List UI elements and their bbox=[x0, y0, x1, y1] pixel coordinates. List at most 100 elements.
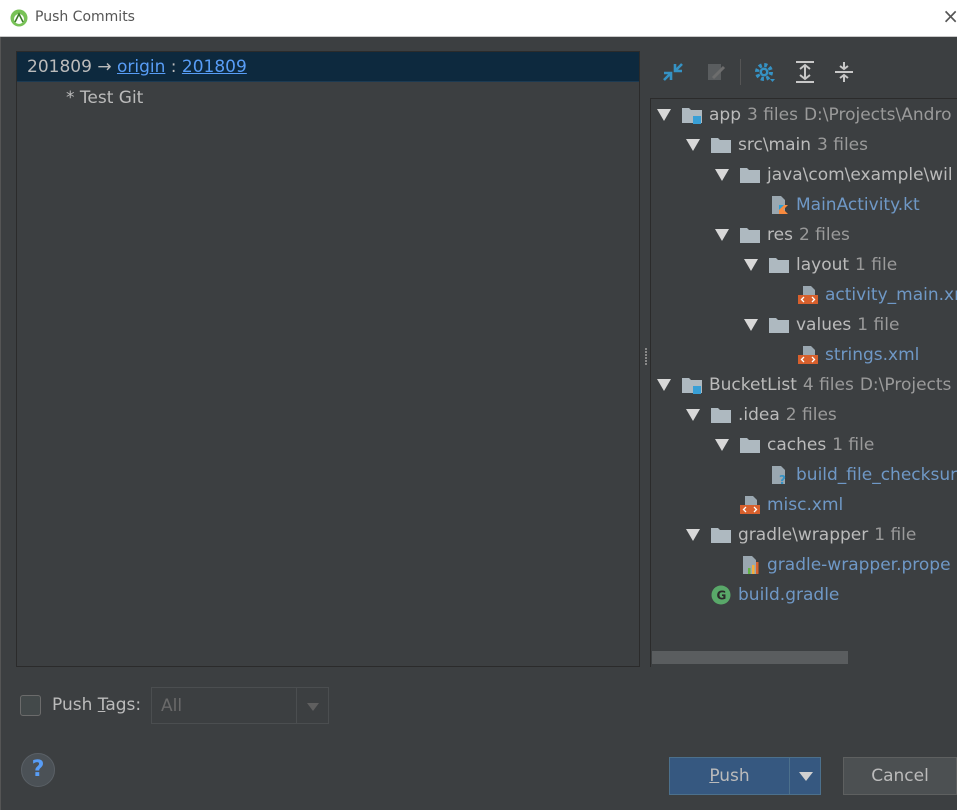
expand-arrow-icon[interactable] bbox=[657, 109, 671, 121]
tree-node-label: build.gradle bbox=[738, 585, 840, 605]
tree-file-row[interactable]: gradle-wrapper.prope bbox=[739, 550, 951, 580]
tree-node-path: D:\Projects bbox=[859, 375, 952, 395]
tree-folder-row[interactable]: res 2 files bbox=[715, 220, 850, 250]
expand-arrow-icon[interactable] bbox=[715, 229, 729, 241]
tree-node-count: 2 files bbox=[785, 405, 837, 425]
tree-node-label: layout bbox=[796, 255, 850, 275]
chevron-down-icon[interactable] bbox=[307, 703, 319, 711]
cancel-button[interactable]: Cancel bbox=[843, 757, 957, 795]
tree-node-count: 1 file bbox=[857, 315, 900, 335]
tree-folder-row[interactable]: java\com\example\wil bbox=[715, 160, 953, 190]
tree-folder-row[interactable]: caches 1 file bbox=[715, 430, 874, 460]
push-tags-label[interactable]: Push Tags: bbox=[52, 695, 141, 715]
expand-all-icon[interactable] bbox=[793, 60, 817, 84]
unknown-file-icon: ? bbox=[768, 465, 790, 487]
tree-node-label: src\main bbox=[738, 135, 812, 155]
changes-tree: app 3 files D:\Projects\Andro src\main 3 fil… bbox=[650, 98, 957, 667]
module-folder-icon bbox=[681, 375, 703, 395]
tree-folder-row[interactable]: .idea 2 files bbox=[686, 400, 837, 430]
tree-node-label: BucketList bbox=[709, 375, 797, 395]
module-folder-icon bbox=[681, 105, 703, 125]
expand-arrow-icon[interactable] bbox=[715, 439, 729, 451]
push-button[interactable]: Push bbox=[669, 757, 789, 795]
tree-file-row[interactable]: activity_main.xm bbox=[797, 280, 957, 310]
tree-node-label: activity_main.xm bbox=[825, 285, 957, 305]
tree-folder-row[interactable]: values 1 file bbox=[744, 310, 899, 340]
kotlin-file-icon bbox=[768, 195, 790, 215]
tree-node-count: 4 files bbox=[802, 375, 854, 395]
remote-branch-link[interactable]: 201809 bbox=[182, 57, 247, 77]
tree-node-path: D:\Projects\Andro bbox=[803, 105, 952, 125]
folder-icon bbox=[768, 255, 790, 275]
toolbar-separator bbox=[740, 59, 741, 85]
help-button[interactable]: ? bbox=[21, 753, 55, 787]
folder-icon bbox=[710, 135, 732, 155]
tree-folder-row[interactable]: src\main 3 files bbox=[686, 130, 868, 160]
commits-panel: 201809 → origin : 201809 * Test Git bbox=[16, 51, 640, 667]
local-branch: 201809 bbox=[27, 57, 92, 77]
tree-node-label: gradle-wrapper.prope bbox=[767, 555, 951, 575]
title-bar: Push Commits × bbox=[0, 0, 957, 37]
folder-icon bbox=[739, 165, 761, 185]
help-icon: ? bbox=[31, 757, 45, 782]
tree-file-row[interactable]: Gbuild.gradle bbox=[710, 580, 839, 610]
show-diff-icon[interactable] bbox=[661, 60, 685, 84]
branch-row[interactable]: 201809 → origin : 201809 bbox=[17, 52, 639, 82]
tree-node-count: 1 file bbox=[855, 255, 898, 275]
commit-message[interactable]: * Test Git bbox=[66, 88, 143, 108]
gradle-file-icon: G bbox=[710, 585, 732, 605]
tree-folder-row[interactable]: layout 1 file bbox=[744, 250, 897, 280]
svg-text:G: G bbox=[717, 589, 727, 603]
svg-text:?: ? bbox=[779, 473, 786, 485]
tree-folder-row[interactable]: gradle\wrapper 1 file bbox=[686, 520, 916, 550]
properties-file-icon bbox=[739, 555, 761, 575]
tree-node-label: caches bbox=[767, 435, 827, 455]
expand-arrow-icon[interactable] bbox=[744, 319, 758, 331]
expand-arrow-icon[interactable] bbox=[686, 529, 700, 541]
tree-toolbar bbox=[651, 55, 957, 91]
window-border bbox=[0, 37, 1, 810]
horizontal-scrollbar[interactable] bbox=[652, 651, 848, 664]
colon: : bbox=[170, 57, 177, 77]
combo-separator bbox=[296, 688, 297, 723]
splitter-handle[interactable] bbox=[644, 347, 648, 369]
arrow-glyph: → bbox=[97, 57, 112, 77]
tags-combo[interactable]: All bbox=[151, 687, 329, 724]
tree-file-row[interactable]: misc.xml bbox=[739, 490, 843, 520]
xml-file-icon bbox=[797, 345, 819, 365]
tree-node-label: build_file_checksur bbox=[796, 465, 957, 485]
remote-link[interactable]: origin bbox=[117, 57, 165, 77]
tree-node-count: 1 file bbox=[832, 435, 875, 455]
expand-arrow-icon[interactable] bbox=[715, 169, 729, 181]
tree-folder-row[interactable]: app 3 files D:\Projects\Andro bbox=[657, 100, 951, 130]
tree-node-label: res bbox=[767, 225, 793, 245]
chevron-down-icon bbox=[799, 772, 813, 781]
tree-file-row[interactable]: strings.xml bbox=[797, 340, 919, 370]
tree-node-label: strings.xml bbox=[825, 345, 920, 365]
tree-node-count: 1 file bbox=[874, 525, 917, 545]
tree-folder-row[interactable]: BucketList 4 files D:\Projects bbox=[657, 370, 951, 400]
folder-icon bbox=[768, 315, 790, 335]
push-options-button[interactable] bbox=[789, 757, 821, 795]
tree-node-label: values bbox=[796, 315, 852, 335]
tree-file-row[interactable]: ? build_file_checksur bbox=[768, 460, 957, 490]
collapse-all-icon[interactable] bbox=[832, 60, 856, 84]
gear-icon[interactable] bbox=[753, 60, 777, 84]
expand-arrow-icon[interactable] bbox=[657, 379, 671, 391]
close-icon[interactable]: × bbox=[942, 6, 957, 26]
window-title: Push Commits bbox=[35, 9, 135, 25]
tree-node-count: 2 files bbox=[798, 225, 850, 245]
folder-icon bbox=[739, 225, 761, 245]
tree-node-label: java\com\example\wil bbox=[767, 165, 953, 185]
folder-icon bbox=[710, 405, 732, 425]
expand-arrow-icon[interactable] bbox=[686, 139, 700, 151]
tree-node-label: misc.xml bbox=[767, 495, 844, 515]
tree-file-row[interactable]: MainActivity.kt bbox=[768, 190, 920, 220]
expand-arrow-icon[interactable] bbox=[744, 259, 758, 271]
push-tags-checkbox[interactable] bbox=[20, 695, 41, 716]
edit-source-icon[interactable] bbox=[704, 60, 728, 84]
expand-arrow-icon[interactable] bbox=[686, 409, 700, 421]
tree-node-count: 3 files bbox=[747, 105, 798, 125]
tree-node-label: MainActivity.kt bbox=[796, 195, 920, 215]
folder-icon bbox=[739, 435, 761, 455]
